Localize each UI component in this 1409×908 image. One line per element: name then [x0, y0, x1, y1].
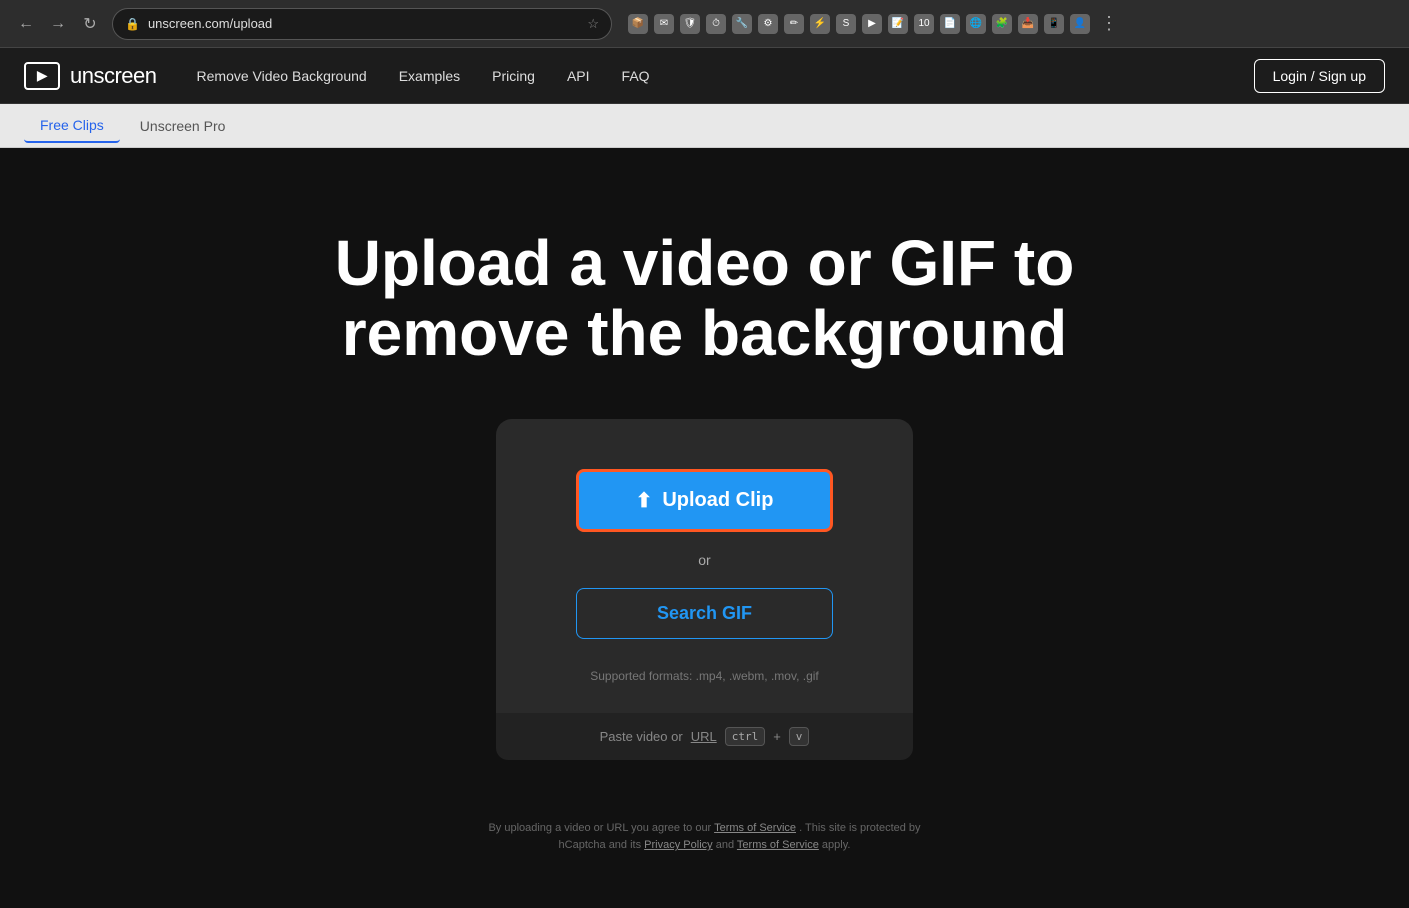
ext-8[interactable]: ⚡ [810, 14, 830, 34]
terms-link-1[interactable]: Terms of Service [714, 822, 796, 834]
address-bar[interactable]: 🔒 unscreen.com/upload ☆ [112, 8, 612, 40]
ext-14[interactable]: 🌐 [966, 14, 986, 34]
upload-icon: ⬆ [636, 488, 653, 513]
ext-5[interactable]: 🔧 [732, 14, 752, 34]
nav-pricing[interactable]: Pricing [492, 68, 535, 84]
site-nav: ▶ unscreen Remove Video Background Examp… [0, 48, 1409, 104]
hero-title: Upload a video or GIF to remove the back… [325, 228, 1085, 369]
footer-text-3: and [716, 839, 737, 851]
logo-text: unscreen [70, 63, 157, 89]
nav-links: Remove Video Background Examples Pricing… [197, 68, 1254, 84]
footer-text-4: apply. [822, 839, 851, 851]
upload-btn-label: Upload Clip [662, 489, 773, 512]
tab-free-clips[interactable]: Free Clips [24, 109, 120, 143]
terms-link-2[interactable]: Terms of Service [737, 839, 819, 851]
ext-13[interactable]: 📄 [940, 14, 960, 34]
bookmark-icon: ☆ [587, 16, 599, 32]
ext-1[interactable]: 📦 [628, 14, 648, 34]
nav-remove-bg[interactable]: Remove Video Background [197, 68, 367, 84]
play-icon: ▶ [37, 67, 47, 84]
upload-card: ⬆ Upload Clip or Search GIF Supported fo… [496, 419, 914, 760]
ext-7[interactable]: ✏ [784, 14, 804, 34]
extensions-bar: 📦 ✉ 🛡 ⏱ 🔧 ⚙ ✏ ⚡ S ▶ 📝 10 📄 🌐 🧩 📥 📱 👤 ⋮ [628, 13, 1118, 34]
ext-3[interactable]: 🛡 [680, 14, 700, 34]
forward-button[interactable]: → [44, 10, 72, 38]
footer-text: By uploading a video or URL you agree to… [475, 820, 935, 855]
url-text: unscreen.com/upload [148, 16, 272, 31]
or-separator: or [698, 552, 710, 568]
lock-icon: 🔒 [125, 17, 140, 31]
supported-formats: Supported formats: .mp4, .webm, .mov, .g… [590, 669, 819, 683]
ext-12[interactable]: 10 [914, 14, 934, 34]
ctrl-key: ctrl [725, 727, 766, 746]
footer-text-1: By uploading a video or URL you agree to… [488, 822, 714, 834]
nav-api[interactable]: API [567, 68, 590, 84]
nav-faq[interactable]: FAQ [622, 68, 650, 84]
plus-sign: + [773, 729, 781, 744]
privacy-link[interactable]: Privacy Policy [644, 839, 712, 851]
ext-9[interactable]: S [836, 14, 856, 34]
upload-clip-button[interactable]: ⬆ Upload Clip [576, 469, 834, 532]
sub-nav: Free Clips Unscreen Pro [0, 104, 1409, 148]
reload-button[interactable]: ↻ [76, 10, 104, 38]
ext-17[interactable]: 📱 [1044, 14, 1064, 34]
ext-4[interactable]: ⏱ [706, 14, 726, 34]
paste-url-link[interactable]: URL [691, 729, 717, 744]
ext-6[interactable]: ⚙ [758, 14, 778, 34]
login-button[interactable]: Login / Sign up [1254, 59, 1385, 93]
browser-menu[interactable]: ⋮ [1100, 13, 1118, 34]
v-key: v [789, 727, 810, 746]
ext-2[interactable]: ✉ [654, 14, 674, 34]
browser-chrome: ← → ↻ 🔒 unscreen.com/upload ☆ 📦 ✉ 🛡 ⏱ 🔧 … [0, 0, 1409, 48]
user-avatar[interactable]: 👤 [1070, 14, 1090, 34]
tab-unscreen-pro[interactable]: Unscreen Pro [124, 110, 242, 142]
logo-icon: ▶ [24, 62, 60, 90]
logo[interactable]: ▶ unscreen [24, 62, 157, 90]
ext-10[interactable]: ▶ [862, 14, 882, 34]
search-gif-button[interactable]: Search GIF [576, 588, 834, 639]
back-button[interactable]: ← [12, 10, 40, 38]
paste-label: Paste video or [600, 729, 683, 744]
browser-nav: ← → ↻ [12, 10, 104, 38]
ext-15[interactable]: 🧩 [992, 14, 1012, 34]
main-content: Upload a video or GIF to remove the back… [0, 148, 1409, 908]
ext-16[interactable]: 📥 [1018, 14, 1038, 34]
ext-11[interactable]: 📝 [888, 14, 908, 34]
paste-section: Paste video or URL ctrl + v [496, 713, 914, 760]
nav-examples[interactable]: Examples [399, 68, 460, 84]
